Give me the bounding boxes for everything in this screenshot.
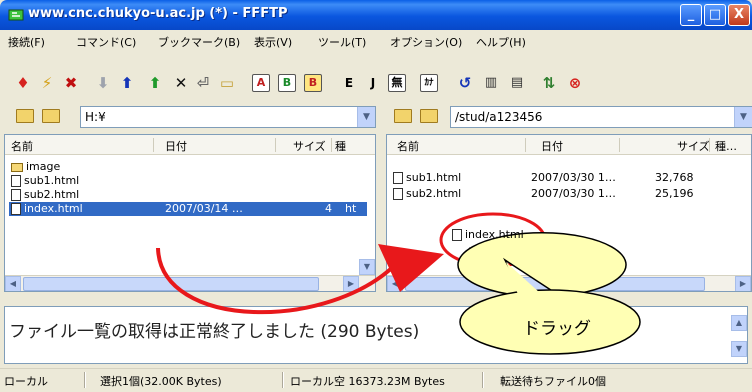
- drag-label: ドラッグ: [523, 319, 591, 339]
- drag-annotation-overlay: [156, 212, 641, 355]
- drag-arrow: [156, 247, 400, 315]
- file-icon: [452, 229, 462, 241]
- drag-callout-bubble: [457, 232, 627, 297]
- drag-arrowhead-icon: [378, 244, 444, 292]
- dragged-file: index.html: [452, 228, 524, 241]
